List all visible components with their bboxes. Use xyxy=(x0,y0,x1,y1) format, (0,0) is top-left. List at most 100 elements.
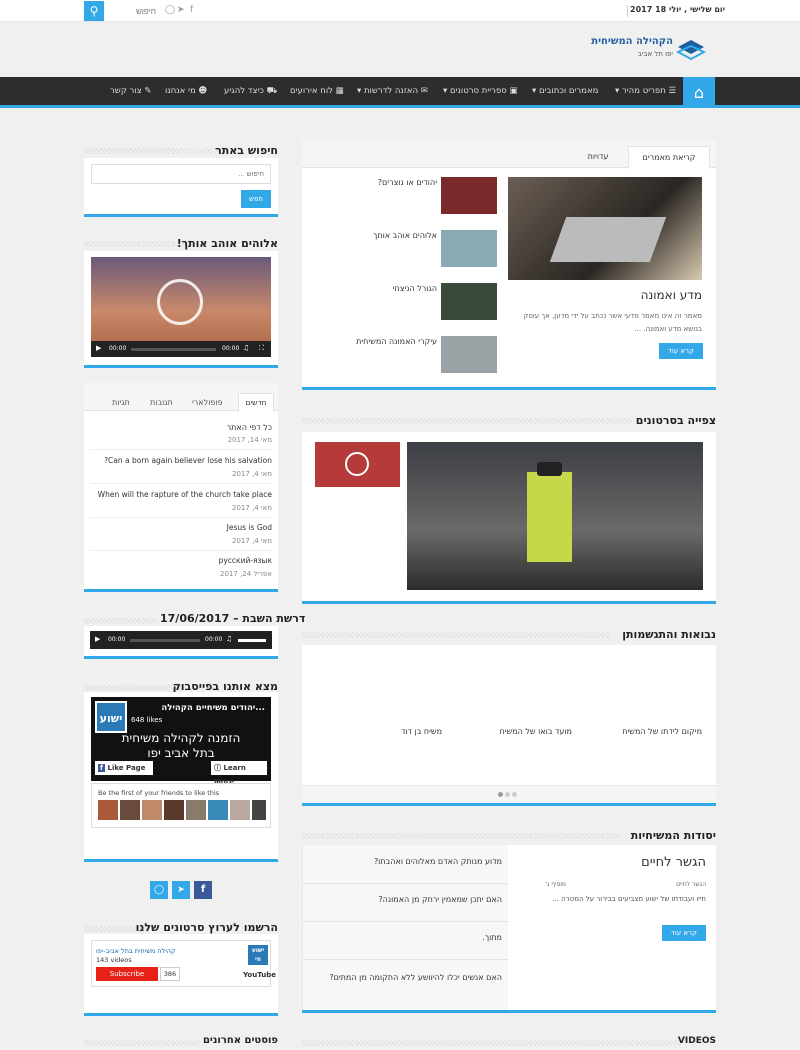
fb-learn-button[interactable]: ⓘ Learn More xyxy=(211,761,267,786)
foundation-link[interactable]: האם יתכן שמאמין ירחק מן האמונה? xyxy=(312,895,502,904)
tab-articles[interactable]: קריאת מאמרים xyxy=(628,146,710,169)
search-button[interactable]: חפש xyxy=(241,190,271,208)
instagram-icon[interactable]: ◯ xyxy=(150,881,168,899)
volume-slider[interactable] xyxy=(238,639,266,642)
volume-icon[interactable]: ♫ xyxy=(226,635,232,643)
recent-post-title[interactable]: русский-язык xyxy=(90,556,272,565)
heading-stripe xyxy=(302,418,632,424)
play-icon[interactable]: ▶ xyxy=(96,344,101,352)
fb-like-button[interactable]: f Like Page xyxy=(95,761,153,775)
divider xyxy=(90,449,272,450)
videos-box xyxy=(302,432,716,604)
feature-image[interactable] xyxy=(508,177,702,280)
article-thumb[interactable] xyxy=(441,283,497,320)
video-main-thumb[interactable] xyxy=(407,442,703,590)
prophecies-box: מיקום לידתו של המשיח מועד בואו של המשיח … xyxy=(302,645,716,806)
social-icons: ◯ ➤ f xyxy=(84,862,278,902)
prophecy-link[interactable]: מיקום לידתו של המשיח xyxy=(592,727,702,736)
current-date: יום שלישי , יולי 18 2017 xyxy=(630,5,726,14)
article-thumb[interactable] xyxy=(441,336,497,373)
twitter-icon[interactable]: ➤ xyxy=(177,5,185,15)
home-icon[interactable]: ⌂ xyxy=(683,77,715,108)
search-icon[interactable]: ⚲ xyxy=(84,1,104,21)
instagram-icon[interactable]: ◯ xyxy=(165,5,175,15)
feature-title[interactable]: מדע ואמונה xyxy=(508,288,702,302)
video-widget: ▶ 00:00 00:00 ♫ ⛶ xyxy=(84,251,278,368)
nav-contact[interactable]: ✎ צור קשר xyxy=(110,86,152,96)
heading-stripe xyxy=(84,1040,200,1046)
nav-events[interactable]: ▦ לוח אירועים xyxy=(290,86,344,96)
logo-icon xyxy=(676,40,706,61)
tab-testimonies[interactable]: עדויות xyxy=(572,146,624,168)
prophecy-link[interactable]: משיח בן דוד xyxy=(332,727,442,736)
sidebar-search-input[interactable] xyxy=(91,164,271,184)
nav-about[interactable]: ☻ מי אנחנו xyxy=(165,86,207,96)
foundation-title[interactable]: הגשר לחיים xyxy=(516,855,706,870)
carousel-dot[interactable] xyxy=(512,792,517,797)
heading-stripe xyxy=(302,833,620,839)
avatar xyxy=(208,800,228,820)
video-controls: ▶ 00:00 00:00 ♫ ⛶ xyxy=(91,341,271,357)
recent-post-title[interactable]: Jesus is God xyxy=(90,523,272,532)
facebook-icon[interactable]: f xyxy=(194,881,212,899)
avatar xyxy=(252,800,266,820)
sidebar-heading: דרשת השבת – 17/06/2017 xyxy=(156,612,305,625)
tab-comments[interactable]: תגובות xyxy=(150,398,173,407)
foundations-box: הגשר לחיים הגשר לחיים מוסיף ג' חייו ועבו… xyxy=(302,845,716,1013)
nav-sermons[interactable]: ✉ האזנה לדרשות ▾ xyxy=(357,86,428,96)
foundation-link[interactable]: מדוע מנותק האדם מאלוהים ואהבתו? xyxy=(312,857,502,866)
foundation-link[interactable]: מתוך. xyxy=(312,933,502,942)
article-link[interactable]: הגורל הניצחי xyxy=(312,284,437,293)
audio-player: ▶ 00:00 00:00 ♫ xyxy=(90,631,272,649)
nav-label: צור קשר xyxy=(110,86,142,96)
nav-quick-menu[interactable]: ☰ תפריט מהיר ▾ xyxy=(615,86,676,96)
video-small-thumb[interactable] xyxy=(315,442,400,487)
twitter-icon[interactable]: ➤ xyxy=(172,881,190,899)
page: ⚲ ◯ ➤ f יום שלישי , יולי 18 2017 הקהילה … xyxy=(0,0,800,1050)
video-poster[interactable] xyxy=(91,257,271,347)
audio-seek[interactable] xyxy=(130,639,200,642)
recent-post-title[interactable]: ?Can a born again believer lose his salv… xyxy=(90,456,272,465)
nav-articles[interactable]: מאמרים וכתובים ▾ xyxy=(532,86,598,96)
audio-duration: 00:00 xyxy=(205,636,223,643)
article-link[interactable]: אלוהים אוהב אותך xyxy=(312,231,437,240)
nav-label: מי אנחנו xyxy=(165,86,196,96)
top-search-input[interactable] xyxy=(106,3,156,19)
recent-post-date: מאי 14, 2017 xyxy=(227,436,272,444)
tab-popular[interactable]: פופולארי xyxy=(192,398,223,407)
tab-tags[interactable]: תגיות xyxy=(112,398,130,407)
facebook-icon[interactable]: f xyxy=(190,5,193,15)
nav-videos[interactable]: ▣ ספריית סרטונים ▾ xyxy=(443,86,518,96)
fb-page-name[interactable]: ...יהודים משיחיים הקהילה xyxy=(131,703,265,713)
tab-recent[interactable]: חדשים xyxy=(238,393,274,412)
prophecy-link[interactable]: מועד בואו של המשיח xyxy=(462,727,572,736)
carousel-dot[interactable] xyxy=(505,792,510,797)
volume-icon[interactable]: ♫ xyxy=(243,344,249,352)
article-link[interactable]: עיקרי האמונה המשיחית xyxy=(312,337,437,346)
fullscreen-icon[interactable]: ⛶ xyxy=(259,344,264,353)
fb-cover[interactable]: ישוע ...יהודים משיחיים הקהילה 648 likes … xyxy=(91,697,271,786)
play-icon[interactable] xyxy=(157,279,203,325)
article-link[interactable]: יהודים או נוצרים? xyxy=(312,178,437,187)
recent-post-title[interactable]: כל דפי האתר xyxy=(90,423,272,432)
read-more-button[interactable]: קרא עוד xyxy=(659,343,703,359)
heading-stripe xyxy=(84,148,218,154)
recent-post-title[interactable]: When will the rapture of the church take… xyxy=(90,490,272,499)
nav-directions[interactable]: ⛟ כיצד להגיע xyxy=(224,86,277,97)
site-logo[interactable]: הקהילה המשיחית יפו תל אביב xyxy=(588,36,708,66)
read-more-button[interactable]: קרא עוד xyxy=(662,925,706,941)
play-icon[interactable]: ▶ xyxy=(95,635,100,643)
article-thumb[interactable] xyxy=(441,230,497,267)
nav-label: לוח אירועים xyxy=(290,86,333,96)
recent-post-date: מאי 4, 2017 xyxy=(232,470,272,478)
yt-card: קהילה משיחית בתל אביב-יפו 143 videos Sub… xyxy=(91,940,276,987)
yt-channel[interactable]: קהילה משיחית בתל אביב-יפו xyxy=(96,947,216,955)
subscribe-button[interactable]: Subscribe xyxy=(96,967,158,981)
article-thumb[interactable] xyxy=(441,177,497,214)
nav-label: מאמרים וכתובים ▾ xyxy=(532,86,599,96)
video-seek[interactable] xyxy=(131,348,216,351)
fb-page-logo: ישוע xyxy=(95,701,127,733)
avatar xyxy=(142,800,162,820)
carousel-dot[interactable] xyxy=(498,792,503,797)
foundation-link[interactable]: האם אנשים יכלו להיוושע ללא התקומה מן המת… xyxy=(312,971,502,984)
